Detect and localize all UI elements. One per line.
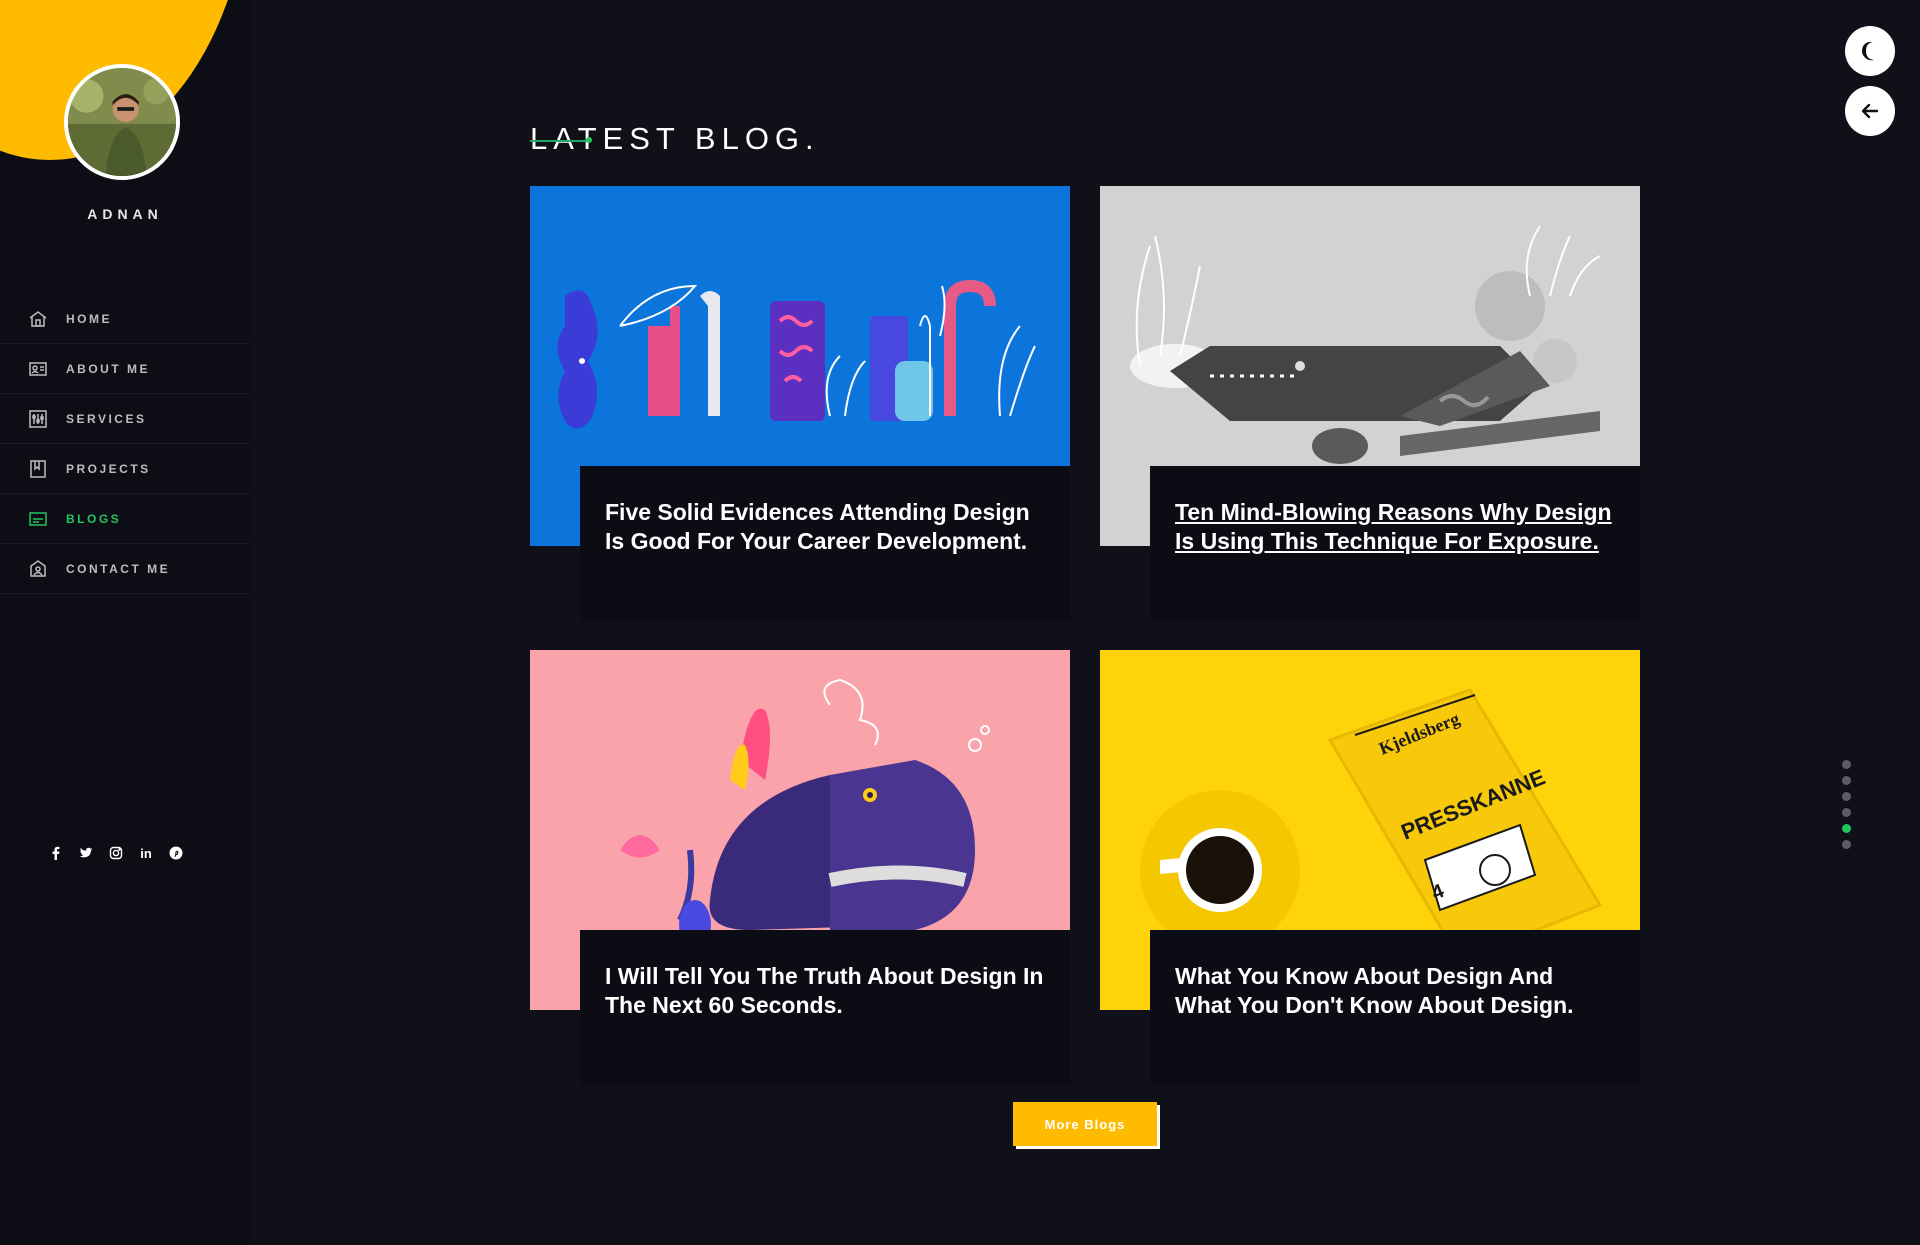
page-title: LATEST BLOG. — [530, 120, 820, 156]
home-icon — [28, 309, 48, 329]
linkedin-icon[interactable]: in — [138, 845, 154, 861]
pager-dot-active[interactable] — [1842, 824, 1851, 833]
blog-caption: What You Know About Design And What You … — [1150, 930, 1640, 1085]
sidebar: ADNAN HOME ABOUT ME SERVICES PROJECTS BL… — [0, 0, 250, 1245]
pager-dot[interactable] — [1842, 760, 1851, 769]
blog-card: Kjeldsberg PRESSKANNE 4 What You Know Ab… — [1100, 650, 1640, 1085]
bookmark-icon — [28, 459, 48, 479]
pager-dot[interactable] — [1842, 808, 1851, 817]
sidebar-item-services[interactable]: SERVICES — [0, 394, 250, 444]
id-card-icon — [28, 359, 48, 379]
sidebar-item-label: HOME — [66, 311, 112, 326]
sidebar-item-label: CONTACT ME — [66, 561, 171, 576]
sidebar-item-projects[interactable]: PROJECTS — [0, 444, 250, 494]
sidebar-item-about[interactable]: ABOUT ME — [0, 344, 250, 394]
blog-title-link[interactable]: I Will Tell You The Truth About Design I… — [605, 962, 1045, 1020]
sidebar-item-home[interactable]: HOME — [0, 294, 250, 344]
sidebar-item-label: SERVICES — [66, 411, 147, 426]
back-button[interactable] — [1845, 86, 1895, 136]
blog-caption: Five Solid Evidences Attending Design Is… — [580, 466, 1070, 621]
sidebar-item-blogs[interactable]: BLOGS — [0, 494, 250, 544]
blog-caption: I Will Tell You The Truth About Design I… — [580, 930, 1070, 1085]
profile-name: ADNAN — [87, 206, 163, 222]
sliders-icon — [28, 409, 48, 429]
blog-icon — [28, 509, 48, 529]
pager-dot[interactable] — [1842, 840, 1851, 849]
blog-title-link[interactable]: Five Solid Evidences Attending Design Is… — [605, 498, 1045, 556]
social-links: in — [48, 845, 184, 861]
pager-dot[interactable] — [1842, 776, 1851, 785]
contact-icon — [28, 559, 48, 579]
moon-icon — [1862, 41, 1874, 61]
blog-card: I Will Tell You The Truth About Design I… — [530, 650, 1070, 1085]
sidebar-item-label: PROJECTS — [66, 461, 151, 476]
pager-dot[interactable] — [1842, 792, 1851, 801]
title-underline — [530, 140, 590, 142]
avatar — [64, 64, 180, 180]
title-underline-dot — [586, 137, 592, 143]
blog-card: Ten Mind-Blowing Reasons Why Design Is U… — [1100, 186, 1640, 621]
section-pager — [1842, 760, 1851, 849]
instagram-icon[interactable] — [108, 845, 124, 861]
theme-toggle-button[interactable] — [1845, 26, 1895, 76]
facebook-icon[interactable] — [48, 845, 64, 861]
pinterest-icon[interactable] — [168, 845, 184, 861]
sidebar-item-contact[interactable]: CONTACT ME — [0, 544, 250, 594]
blog-card: Five Solid Evidences Attending Design Is… — [530, 186, 1070, 621]
arrow-left-icon — [1861, 103, 1879, 119]
sidebar-nav: HOME ABOUT ME SERVICES PROJECTS BLOGS CO… — [0, 294, 250, 594]
blog-caption: Ten Mind-Blowing Reasons Why Design Is U… — [1150, 466, 1640, 621]
blog-title-link[interactable]: What You Know About Design And What You … — [1175, 962, 1615, 1020]
more-blogs-button[interactable]: More Blogs — [1013, 1102, 1157, 1146]
blog-title-link[interactable]: Ten Mind-Blowing Reasons Why Design Is U… — [1175, 498, 1615, 556]
sidebar-item-label: BLOGS — [66, 511, 122, 526]
twitter-icon[interactable] — [78, 845, 94, 861]
sidebar-item-label: ABOUT ME — [66, 361, 150, 376]
avatar-photo — [68, 68, 176, 176]
